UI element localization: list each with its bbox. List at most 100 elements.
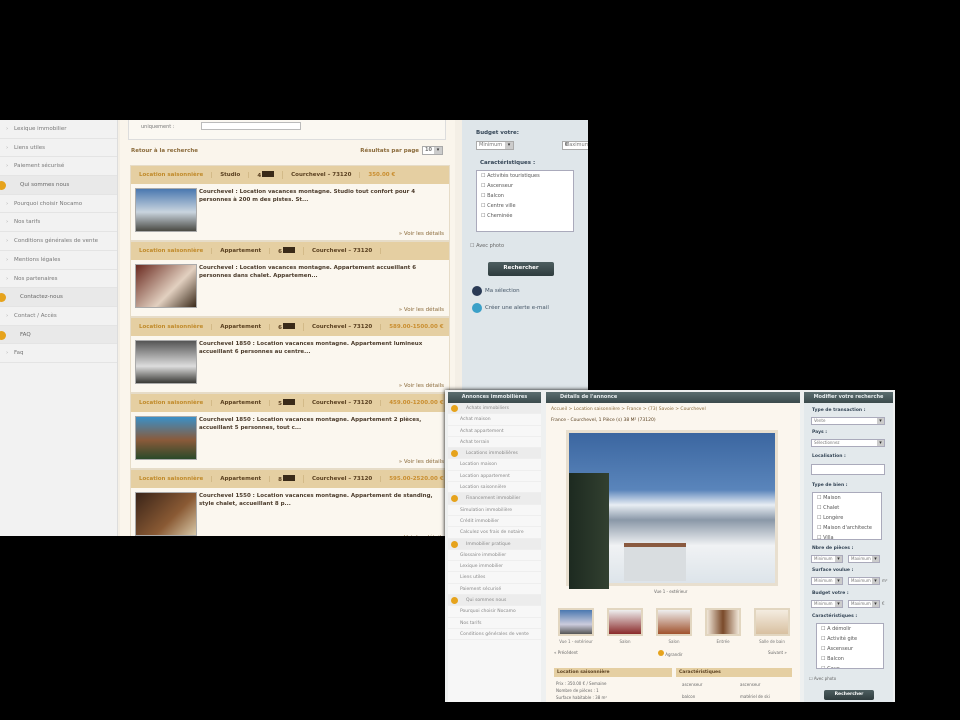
sidebar-item[interactable]: Nos tarifs	[448, 618, 541, 629]
sidebar-item[interactable]: Paiement sécurisé	[448, 584, 541, 596]
per-page-select[interactable]: 10	[422, 146, 443, 155]
features-list[interactable]: A démolirActivité giteAscenseurBalconCav…	[816, 623, 884, 669]
sidebar-item[interactable]: FAQ	[0, 325, 117, 345]
rooms-max-select[interactable]: Maximum	[848, 555, 880, 563]
result-thumbnail[interactable]	[135, 264, 197, 308]
sidebar-item[interactable]: Liens utiles	[448, 572, 541, 584]
sidebar-item[interactable]: Location saisonnière	[448, 482, 541, 494]
features-checklist[interactable]: Activités touristiquesAscenseurBalconCen…	[476, 170, 574, 232]
checkbox-option[interactable]: Activité gite	[817, 634, 883, 644]
rooms-min-select[interactable]: Minimum	[811, 555, 843, 563]
result-description[interactable]: Courchevel 1550 : Location vacances mont…	[199, 492, 447, 508]
sidebar-item[interactable]: Paiement sécurisé	[0, 157, 117, 177]
search-button[interactable]: Rechercher	[488, 262, 554, 276]
sidebar-item[interactable]: Pourquoi choisir Nocamo	[0, 195, 117, 214]
result-description[interactable]: Courchevel : Location vacances montagne.…	[199, 264, 447, 280]
sidebar-item[interactable]: Immobilier pratique	[448, 538, 541, 550]
sidebar-item[interactable]: Lexique immobilier	[448, 561, 541, 573]
checkbox-option[interactable]: Cave	[817, 664, 883, 668]
sidebar-item[interactable]: Conditions générales de vente	[448, 629, 541, 641]
surface-min-select[interactable]: Minimum	[811, 577, 843, 585]
sidebar-item[interactable]: Nos partenaires	[0, 270, 117, 289]
sidebar-item[interactable]: Glossaire immobilier	[448, 550, 541, 562]
transaction-select[interactable]: Vente	[811, 417, 885, 425]
search-button[interactable]: Rechercher	[824, 690, 874, 700]
budget-max-select[interactable]: Maximum	[848, 600, 880, 608]
sidebar-item[interactable]: Pourquoi choisir Nocamo	[448, 606, 541, 618]
photo-thumbnail[interactable]	[656, 608, 692, 636]
view-details-link[interactable]: » Voir les détails	[399, 459, 444, 465]
sidebar-item[interactable]: Contact / Accès	[0, 307, 117, 326]
checkbox-option[interactable]: Balcon	[817, 654, 883, 664]
photo-thumbnail[interactable]	[754, 608, 790, 636]
sidebar-item[interactable]: Achat terrain	[448, 437, 541, 449]
result-location: Courchevel – 73120	[283, 172, 361, 178]
location-input[interactable]	[811, 464, 885, 475]
result-thumbnail[interactable]	[135, 340, 197, 384]
budget-min-select[interactable]: Minimum	[476, 141, 514, 150]
checkbox-option[interactable]: Centre ville	[477, 201, 573, 211]
sidebar-item[interactable]: Achat appartement	[448, 426, 541, 437]
next-link[interactable]: Suivant »	[768, 650, 787, 655]
checkbox-option[interactable]: Cheminée	[477, 211, 573, 221]
with-photo-checkbox[interactable]: ☐ Avec photo	[809, 676, 836, 681]
back-to-search-link[interactable]: Retour à la recherche	[131, 148, 198, 154]
sidebar-item[interactable]: Qui sommes nous	[0, 176, 117, 195]
photo-thumbnail[interactable]	[607, 608, 643, 636]
checkbox-option[interactable]: Maison	[813, 493, 881, 503]
sidebar-item[interactable]: Liens utiles	[0, 139, 117, 158]
sidebar-item[interactable]: Achat maison	[448, 414, 541, 426]
previous-link[interactable]: « Précédent	[554, 650, 578, 655]
sidebar-item[interactable]: Simulation immobilière	[448, 505, 541, 516]
photo-thumbnail[interactable]	[558, 608, 594, 636]
checkbox-option[interactable]: Activités touristiques	[477, 171, 573, 181]
result-thumbnail[interactable]	[135, 492, 197, 536]
result-price: 595.00-2520.00 €	[389, 476, 444, 482]
result-description[interactable]: Courchevel 1850 : Location vacances mont…	[199, 340, 447, 356]
checkbox-option[interactable]: Ascenseur	[817, 644, 883, 654]
result-thumbnail[interactable]	[135, 416, 197, 460]
country-select[interactable]: Sélectionnez	[811, 439, 885, 447]
sidebar-item[interactable]: Calculez vos frais de notaire	[448, 527, 541, 539]
sidebar-item[interactable]: Achats immobiliers	[448, 403, 541, 415]
breadcrumb[interactable]: Accueil > Location saisonnière > France …	[551, 407, 706, 412]
sidebar-item[interactable]: Location maison	[448, 459, 541, 471]
my-selection-link[interactable]: Ma sélection	[472, 286, 520, 296]
photo-thumbnail[interactable]	[705, 608, 741, 636]
sidebar-item[interactable]: Nos tarifs	[0, 213, 117, 233]
view-details-link[interactable]: » Voir les détails	[399, 535, 444, 536]
checkbox-option[interactable]: A démolir	[817, 624, 883, 634]
surface-max-select[interactable]: Maximum	[848, 577, 880, 585]
checkbox-option[interactable]: Villa	[813, 533, 881, 539]
result-description[interactable]: Courchevel 1850 : Location vacances mont…	[199, 416, 447, 432]
checkbox-option[interactable]: Maison d'architecte	[813, 523, 881, 533]
filter-select[interactable]	[201, 122, 301, 130]
sidebar-item[interactable]: Conditions générales de vente	[0, 232, 117, 251]
sidebar-item[interactable]: Lexique immobilier	[0, 120, 117, 139]
thumbnail-caption: Salon	[619, 639, 631, 644]
sidebar-item[interactable]: Crédit immobilier	[448, 516, 541, 528]
sidebar-item[interactable]: Financement immobilier	[448, 493, 541, 505]
sidebar-item[interactable]: Qui sommes nous	[448, 595, 541, 607]
result-description[interactable]: Courchevel : Location vacances montagne.…	[199, 188, 447, 204]
property-type-list[interactable]: MaisonChaletLongèreMaison d'architecteVi…	[812, 492, 882, 540]
sidebar-item[interactable]: Location appartement	[448, 471, 541, 483]
checkbox-option[interactable]: Chalet	[813, 503, 881, 513]
main-photo[interactable]	[566, 430, 778, 589]
enlarge-link[interactable]: Agrandir	[658, 650, 682, 657]
create-alert-link[interactable]: Créer une alerte e-mail	[472, 303, 549, 313]
sidebar-item[interactable]: Contactez-nous	[0, 288, 117, 307]
budget-currency: €	[882, 601, 885, 606]
sidebar-item[interactable]: Mentions légales	[0, 251, 117, 270]
checkbox-option[interactable]: Balcon	[477, 191, 573, 201]
with-photo-checkbox[interactable]: ☐ Avec photo	[470, 243, 504, 249]
sidebar-item[interactable]: Locations immobilières	[448, 448, 541, 460]
view-details-link[interactable]: » Voir les détails	[399, 307, 444, 313]
checkbox-option[interactable]: Ascenseur	[477, 181, 573, 191]
view-details-link[interactable]: » Voir les détails	[399, 231, 444, 237]
view-details-link[interactable]: » Voir les détails	[399, 383, 444, 389]
result-thumbnail[interactable]	[135, 188, 197, 232]
checkbox-option[interactable]: Longère	[813, 513, 881, 523]
sidebar-item[interactable]: Faq	[0, 344, 117, 363]
budget-min-select[interactable]: Minimum	[811, 600, 843, 608]
